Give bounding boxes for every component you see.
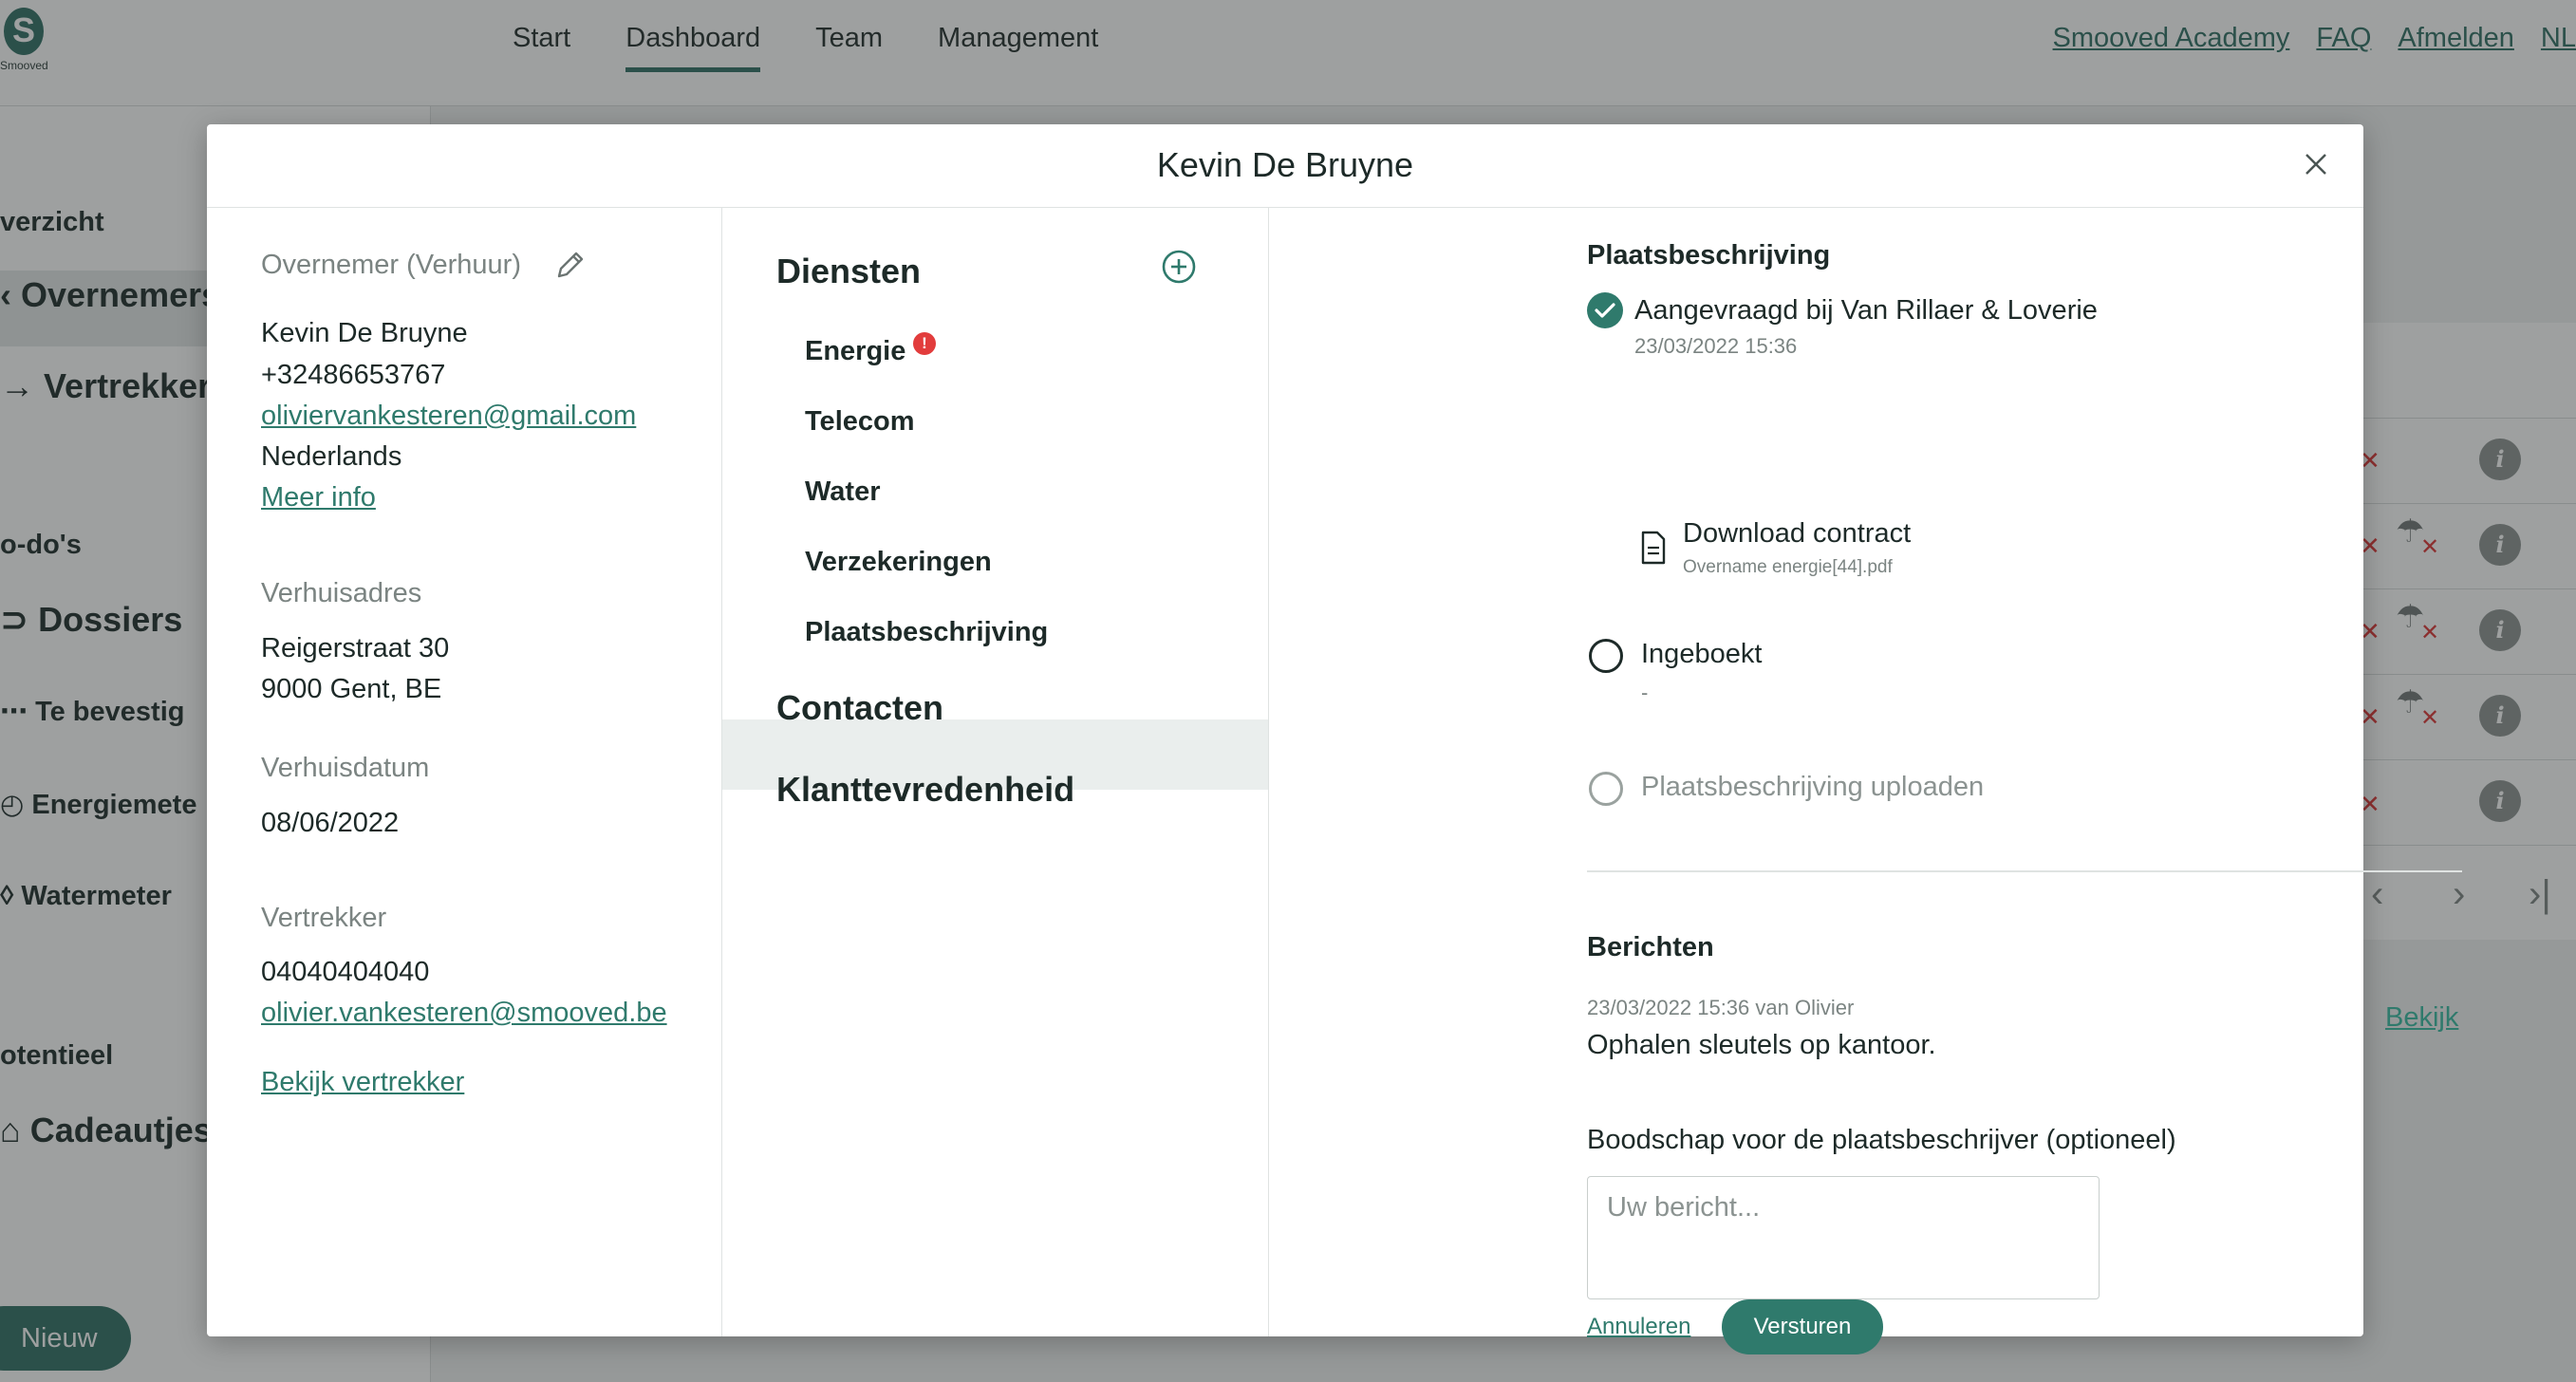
alert-icon: ! — [913, 332, 936, 355]
contract-filename: Overname energie[44].pdf — [1683, 557, 1893, 577]
move-date: 08/06/2022 — [261, 808, 400, 838]
leaver-label: Vertrekker — [261, 903, 387, 933]
move-date-label: Verhuisdatum — [261, 753, 430, 783]
cancel-link[interactable]: Annuleren — [1587, 1314, 1690, 1340]
leaver-phone: 04040404040 — [261, 957, 430, 987]
customer-language: Nederlands — [261, 441, 402, 472]
contacts-heading[interactable]: Contacten — [776, 688, 943, 728]
step-completed-check-icon — [1587, 292, 1623, 328]
view-leaver-link[interactable]: Bekijk vertrekker — [261, 1067, 464, 1098]
service-energie[interactable]: Energie — [805, 336, 905, 367]
modal-title: Kevin De Bruyne — [1156, 145, 1414, 184]
customer-info-column: Overnemer (Verhuur) Kevin De Bruyne +324… — [207, 208, 722, 1336]
inspection-detail-column: Plaatsbeschrijving Aangevraagd bij Van R… — [1269, 208, 2462, 1354]
close-icon[interactable] — [2297, 145, 2335, 183]
satisfaction-heading[interactable]: Klanttevredenheid — [776, 770, 1074, 810]
step-booked-label: Ingeboekt — [1641, 639, 1763, 669]
service-plaatsbeschrijving[interactable]: Plaatsbeschrijving — [805, 617, 1048, 648]
customer-phone: +32486653767 — [261, 360, 446, 390]
role-label: Overnemer (Verhuur) — [261, 250, 521, 280]
step-requested-label: Aangevraagd bij Van Rillaer & Loverie — [1634, 295, 2098, 326]
step-booked-value: - — [1641, 681, 1649, 704]
leaver-email-link[interactable]: olivier.vankesteren@smooved.be — [261, 998, 667, 1029]
contact-detail-modal: Kevin De Bruyne Overnemer (Verhuur) Kevi… — [207, 124, 2462, 1354]
services-heading: Diensten — [776, 252, 922, 290]
send-button[interactable]: Versturen — [1722, 1299, 1883, 1354]
note-label: Boodschap voor de plaatsbeschrijver (opt… — [1587, 1125, 2176, 1155]
messages-heading: Berichten — [1587, 932, 1714, 962]
section-divider — [1587, 870, 2462, 872]
service-water[interactable]: Water — [805, 476, 881, 508]
view-message-link[interactable]: Bekijk — [2385, 1002, 2458, 1034]
customer-email-link[interactable]: oliviervankesteren@gmail.com — [261, 401, 636, 432]
add-service-icon[interactable] — [1160, 248, 1198, 286]
customer-name: Kevin De Bruyne — [261, 318, 468, 348]
document-icon[interactable] — [1639, 531, 1668, 565]
address-line-2: 9000 Gent, BE — [261, 674, 442, 704]
step-upload-radio — [1589, 772, 1623, 806]
inspection-heading: Plaatsbeschrijving — [1587, 240, 1831, 271]
more-info-link[interactable]: Meer info — [261, 482, 376, 514]
service-telecom[interactable]: Telecom — [805, 406, 915, 438]
address-line-1: Reigerstraat 30 — [261, 633, 450, 663]
download-contract-link[interactable]: Download contract — [1683, 518, 1911, 550]
modal-header: Kevin De Bruyne — [207, 124, 2363, 208]
note-textarea[interactable] — [1587, 1176, 2100, 1299]
services-column: Diensten Energie ! Telecom Water Verzeke… — [722, 208, 1269, 1336]
step-upload-label: Plaatsbeschrijving uploaden — [1641, 772, 1985, 802]
step-booked-radio — [1589, 639, 1623, 673]
address-label: Verhuisadres — [261, 578, 422, 608]
pencil-icon[interactable] — [553, 248, 588, 282]
message-meta: 23/03/2022 15:36 van Olivier — [1587, 996, 1855, 1019]
service-verzekeringen[interactable]: Verzekeringen — [805, 547, 992, 578]
message-text: Ophalen sleutels op kantoor. — [1587, 1030, 1936, 1060]
step-requested-date: 23/03/2022 15:36 — [1634, 334, 1798, 358]
